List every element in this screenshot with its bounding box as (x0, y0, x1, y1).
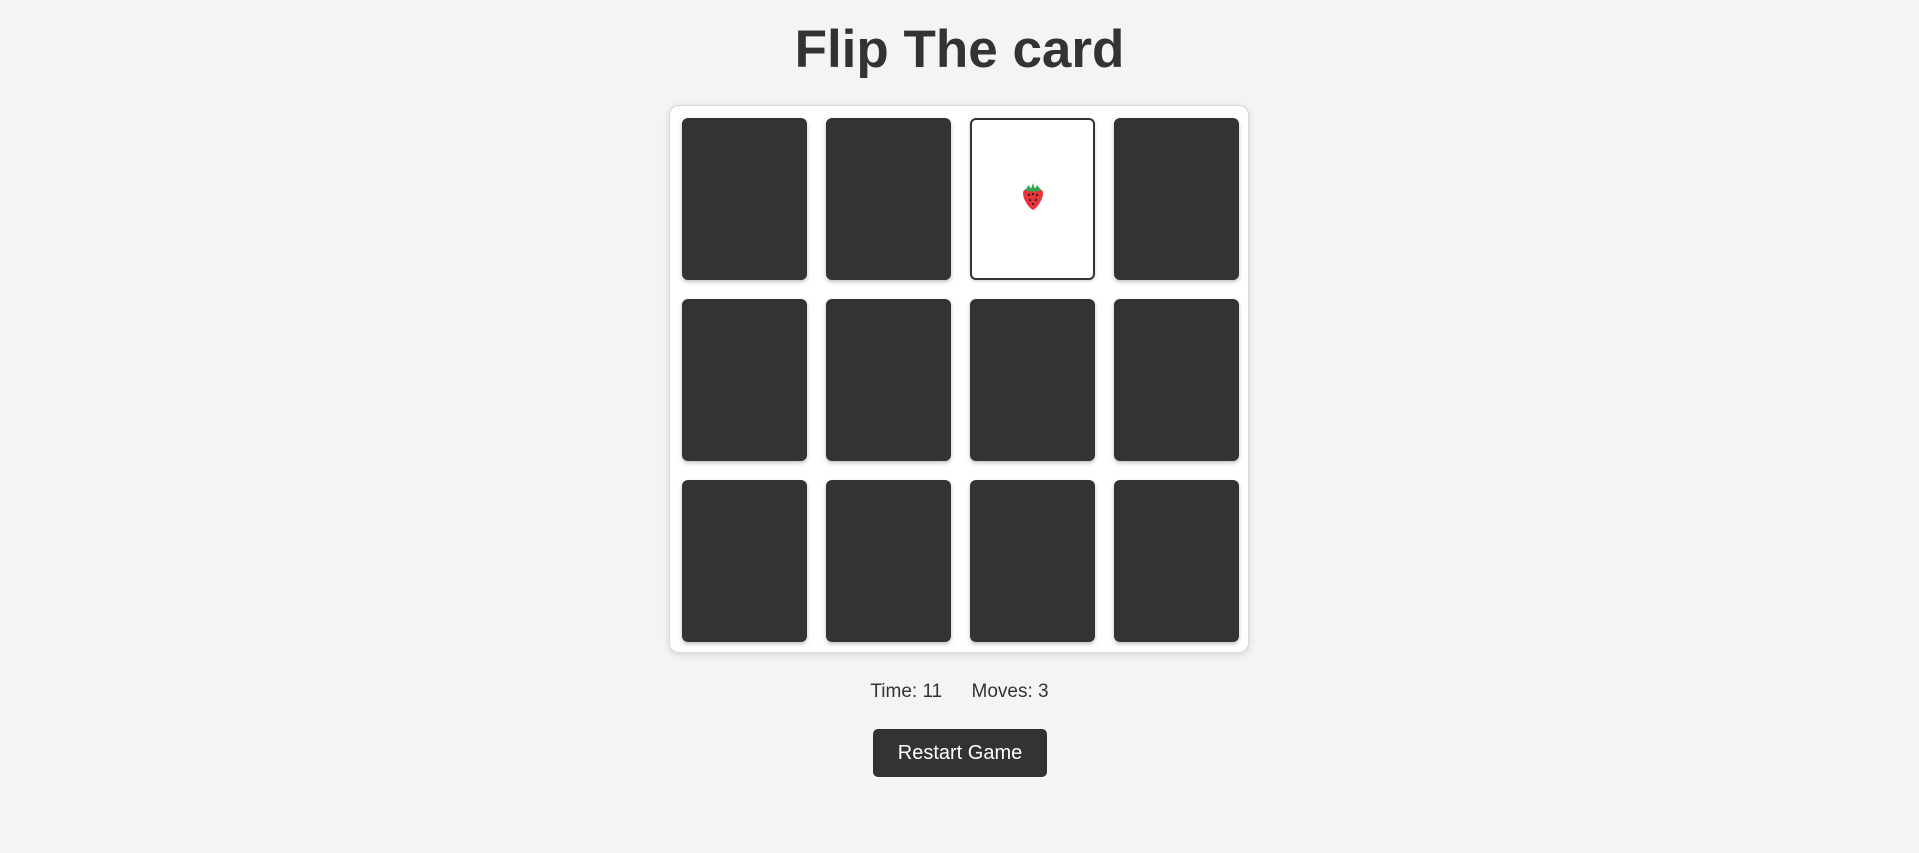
game-page: Flip The card Time: 11 Moves: 3 Restart … (0, 0, 1919, 853)
card-face-down[interactable] (826, 480, 951, 642)
card-face-down[interactable] (1114, 299, 1239, 461)
card-face-down[interactable] (970, 299, 1095, 461)
page-title: Flip The card (794, 20, 1125, 79)
card-face-down[interactable] (826, 118, 951, 280)
game-stats: Time: 11 Moves: 3 (0, 680, 1919, 704)
card-face-down[interactable] (1114, 480, 1239, 642)
card-face-up[interactable] (970, 118, 1095, 280)
card-face-down[interactable] (970, 480, 1095, 642)
timer-display: Time: 11 (870, 681, 943, 702)
card-face-down[interactable] (682, 299, 807, 461)
moves-counter: Moves: 3 (971, 681, 1049, 702)
card-face-down[interactable] (682, 480, 807, 642)
card-grid (682, 118, 1239, 642)
game-board (669, 105, 1249, 653)
card-face-down[interactable] (682, 118, 807, 280)
card-face-down[interactable] (826, 299, 951, 461)
strawberry-icon (1020, 181, 1046, 217)
card-face-down[interactable] (1114, 118, 1239, 280)
restart-game-button[interactable]: Restart Game (873, 729, 1047, 777)
